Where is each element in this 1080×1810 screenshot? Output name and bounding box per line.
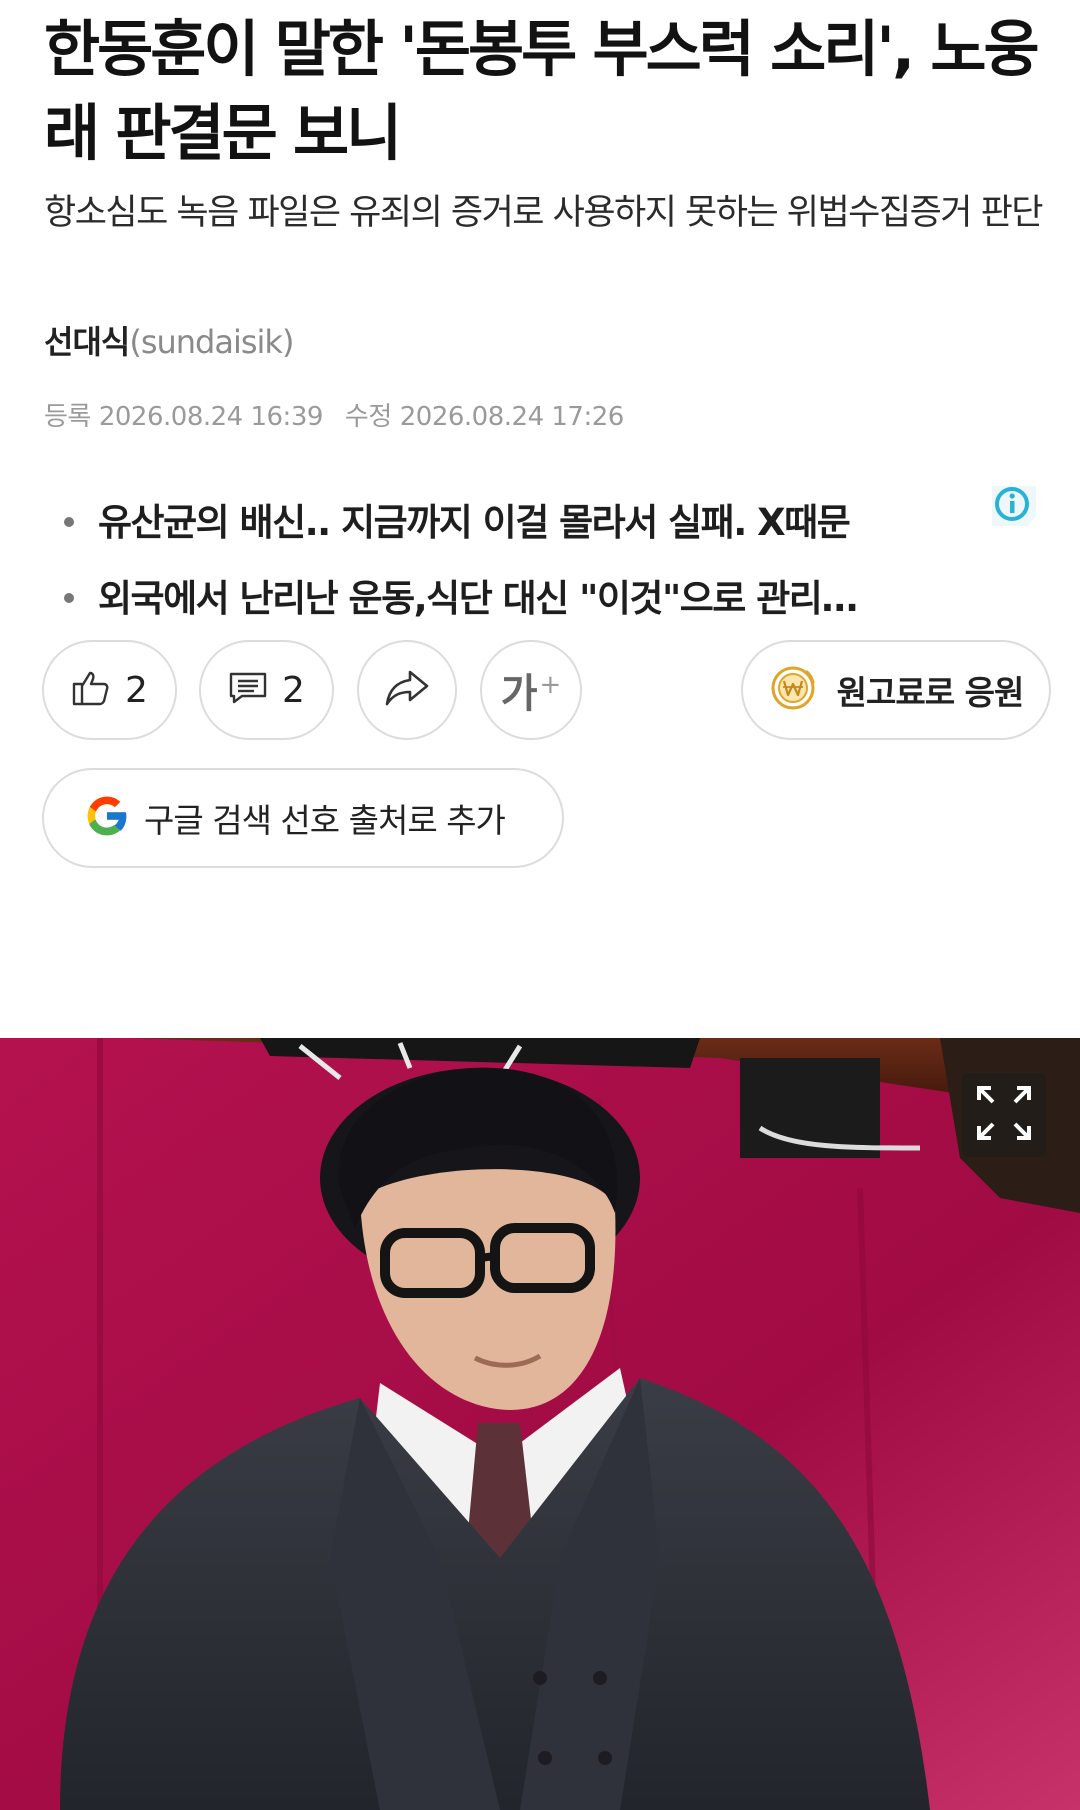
google-preferred-source-button[interactable]: 구글 검색 선호 출처로 추가 <box>42 768 564 868</box>
fullscreen-expand-icon <box>975 1084 1033 1146</box>
font-size-plus: + <box>539 670 562 700</box>
bullet <box>64 516 74 527</box>
thumbs-up-icon <box>71 668 111 712</box>
modified-date: 2026.08.24 17:26 <box>399 402 625 432</box>
bullet <box>64 592 74 603</box>
byline: 선대식(sundaisik) <box>44 322 294 362</box>
like-button[interactable]: 2 <box>42 640 177 740</box>
article-photo <box>0 1038 1080 1810</box>
share-arrow-icon <box>384 668 430 712</box>
won-coin-icon <box>769 664 817 716</box>
registered-label: 등록 <box>44 402 91 432</box>
google-g-icon <box>82 791 132 845</box>
donate-button[interactable]: 원고료로 응원 <box>741 640 1051 740</box>
modified-label: 수정 <box>344 402 392 432</box>
author-name[interactable]: 선대식 <box>44 323 130 361</box>
sponsored-link[interactable]: 외국에서 난리난 운동,식단 대신 "이것"으로 관리… <box>64 564 1044 640</box>
comment-icon <box>228 671 268 709</box>
timestamps: 등록 2026.08.24 16:39 수정 2026.08.24 17:26 <box>44 400 646 434</box>
like-count: 2 <box>125 669 148 711</box>
comment-count: 2 <box>282 669 305 711</box>
sponsored-link-text: 외국에서 난리난 운동,식단 대신 "이것"으로 관리… <box>98 577 858 620</box>
font-size-button[interactable]: 가 + <box>480 640 582 740</box>
font-size-label: 가 <box>500 671 538 717</box>
sponsored-links: 유산균의 배신.. 지금까지 이걸 몰라서 실패. X때문 외국에서 난리난 운… <box>64 488 1044 640</box>
photo-expand-button[interactable] <box>962 1073 1046 1157</box>
registered-date: 2026.08.24 16:39 <box>98 402 324 432</box>
donate-label: 원고료로 응원 <box>836 673 1025 712</box>
article-subheadline: 항소심도 녹음 파일은 유죄의 증거로 사용하지 못하는 위법수집증거 판단 <box>44 193 1044 233</box>
google-preferred-source-label: 구글 검색 선호 출처로 추가 <box>144 801 506 840</box>
sponsored-link[interactable]: 유산균의 배신.. 지금까지 이걸 몰라서 실패. X때문 <box>64 488 1044 564</box>
article-headline: 한동훈이 말한 '돈봉투 부스럭 소리', 노웅래 판결문 보니 <box>44 14 1040 169</box>
sponsored-link-text: 유산균의 배신.. 지금까지 이걸 몰라서 실패. X때문 <box>98 501 851 544</box>
author-id: (sundaisik) <box>129 323 294 361</box>
comment-button[interactable]: 2 <box>199 640 334 740</box>
share-button[interactable] <box>357 640 457 740</box>
photo-illustration <box>0 1038 1080 1810</box>
info-ad-icon[interactable] <box>988 482 1040 530</box>
